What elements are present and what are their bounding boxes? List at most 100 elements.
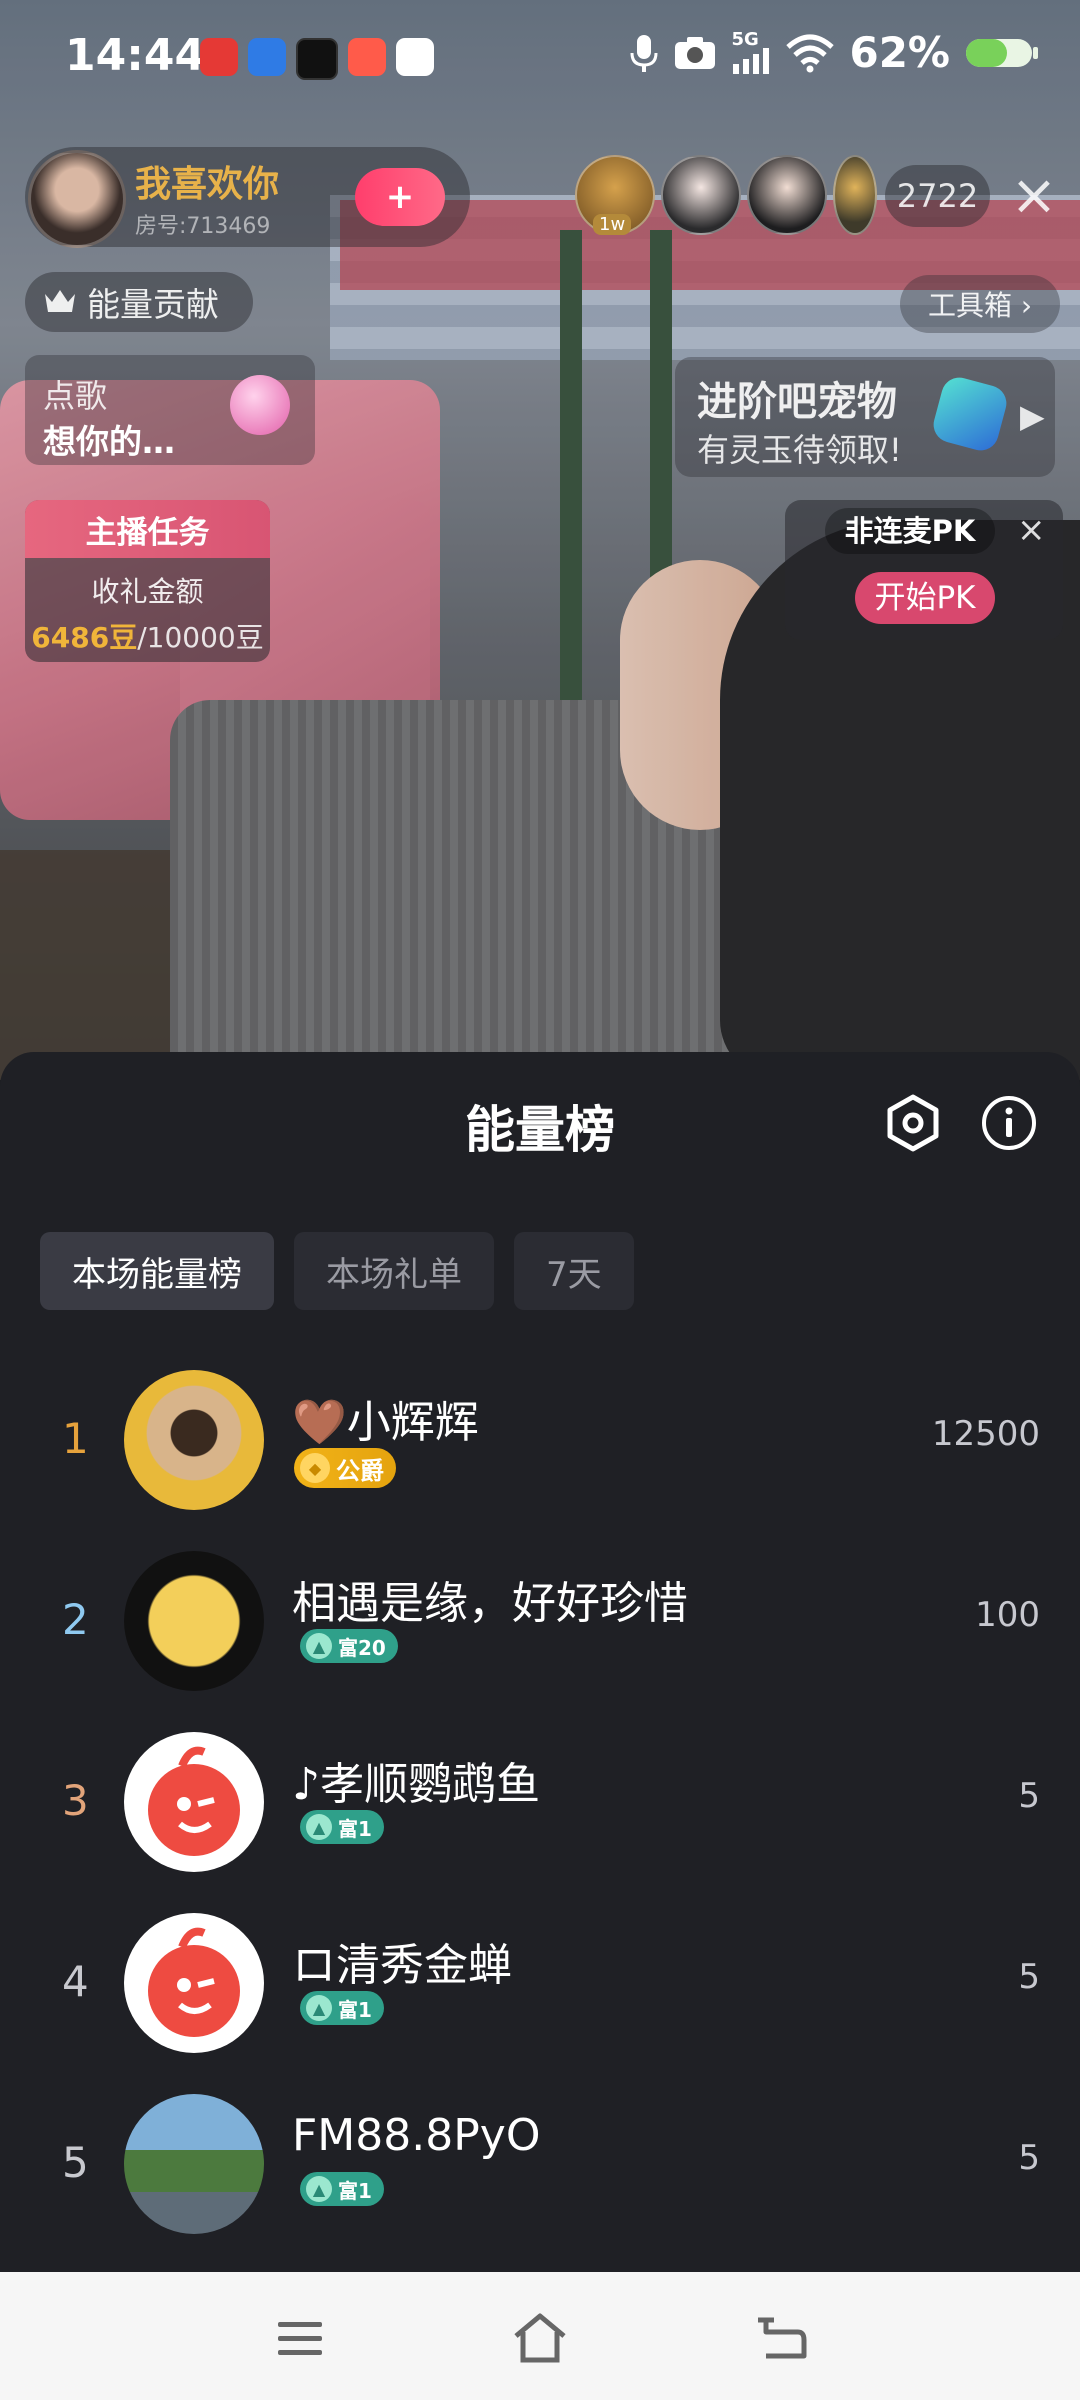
energy-score: 100 xyxy=(975,1595,1040,1635)
douyin-app-icon xyxy=(296,38,338,80)
rank-row[interactable]: 2 相遇是缘，好好珍惜 ▲ 富20 100 xyxy=(0,1531,1080,1712)
user-name: ロ清秀金蝉 xyxy=(292,1940,512,1991)
music-ball-icon xyxy=(230,375,290,435)
badge-label: 公爵 xyxy=(336,1456,384,1485)
rank-badge: ▲ 富1 xyxy=(300,1810,384,1844)
kuaishou-app-icon xyxy=(348,38,386,76)
energy-score: 5 xyxy=(1018,2138,1040,2178)
task-target: /10000豆 xyxy=(137,621,264,654)
camera-icon xyxy=(673,35,717,71)
notification-icons xyxy=(200,38,434,80)
status-right: 5G 62% xyxy=(629,28,1040,77)
microphone-icon xyxy=(629,33,659,73)
tab-current-energy[interactable]: 本场能量榜 xyxy=(40,1232,274,1310)
badge-label: 富1 xyxy=(338,2178,372,2203)
task-subtitle: 收礼金额 xyxy=(91,575,204,608)
badge-label: 富20 xyxy=(338,1635,386,1660)
play-app-icon xyxy=(396,38,434,76)
user-avatar[interactable] xyxy=(124,2094,264,2234)
follow-button[interactable]: + xyxy=(355,168,445,226)
tab-seven-days[interactable]: 7天 xyxy=(514,1232,634,1310)
user-avatar[interactable] xyxy=(124,1370,264,1510)
anchor-room-number: 房号:713469 xyxy=(135,214,271,239)
rank-row[interactable]: 4 ロ清秀金蝉 ▲ 富1 5 xyxy=(0,1893,1080,2074)
crown-icon xyxy=(43,283,77,322)
pet-promo-banner[interactable]: 进阶吧宠物 有灵玉待领取! ▶ xyxy=(675,357,1055,477)
menu-icon[interactable] xyxy=(270,2310,330,2366)
viewer-avatar[interactable] xyxy=(661,155,741,235)
battery-percent: 62% xyxy=(849,28,950,77)
rank-row[interactable]: 3 ♪孝顺鹦鹉鱼 ▲ 富1 5 xyxy=(0,1712,1080,1893)
rank-tabs: 本场能量榜 本场礼单 7天 xyxy=(40,1232,634,1310)
toolbox-button[interactable]: 工具箱 › xyxy=(900,275,1060,333)
triangle-badge-icon: ▲ xyxy=(306,1814,332,1840)
pk-card[interactable]: 非连麦PK × 开始PK xyxy=(785,500,1063,640)
diamond-badge-icon: ◆ xyxy=(300,1453,330,1483)
task-current: 6486豆 xyxy=(31,621,138,654)
user-avatar[interactable] xyxy=(124,1913,264,2053)
wifi-icon xyxy=(785,33,835,73)
top-viewers: 1w xyxy=(575,155,877,235)
user-name: 🤎小辉辉 xyxy=(292,1397,479,1448)
triangle-badge-icon: ▲ xyxy=(306,1633,332,1659)
info-icon[interactable] xyxy=(980,1094,1038,1152)
user-name: 相遇是缘，好好珍惜 xyxy=(292,1578,688,1629)
hexagon-settings-icon[interactable] xyxy=(882,1092,944,1154)
pk-label: 非连麦PK xyxy=(825,508,995,554)
energy-score: 5 xyxy=(1018,1776,1040,1816)
status-time: 14:44 xyxy=(65,30,206,81)
rank-number: 2 xyxy=(62,1595,89,1644)
viewer-count[interactable]: 2722 xyxy=(885,165,990,227)
network-type: 5G xyxy=(731,28,759,50)
song-request-label: 点歌 xyxy=(43,377,108,415)
close-icon[interactable]: × xyxy=(1017,510,1046,550)
badge-label: 富1 xyxy=(338,1997,372,2022)
user-avatar[interactable] xyxy=(124,1551,264,1691)
tab-current-gifts[interactable]: 本场礼单 xyxy=(294,1232,494,1310)
energy-score: 12500 xyxy=(931,1414,1040,1454)
play-arrow-icon: ▶ xyxy=(1020,397,1045,435)
home-icon[interactable] xyxy=(510,2310,570,2366)
rank-badge: ▲ 富1 xyxy=(300,2172,384,2206)
rank-row[interactable]: 1 🤎小辉辉 ◆ 公爵 12500 xyxy=(0,1350,1080,1531)
anchor-name[interactable]: 我喜欢你 xyxy=(135,155,279,207)
viewer-avatar[interactable] xyxy=(747,155,827,235)
anchor-avatar[interactable] xyxy=(28,150,126,248)
energy-contribution-pill[interactable]: 能量贡献 xyxy=(25,272,253,332)
battery-icon xyxy=(964,36,1040,70)
message-app-icon xyxy=(248,38,286,76)
song-title: 想你的… xyxy=(43,422,175,461)
user-name: FM88.8PyO xyxy=(292,2110,541,2161)
rank-row[interactable]: 5 FM88.8PyO ▲ 富1 5 xyxy=(0,2074,1080,2255)
signal-icon: 5G xyxy=(731,28,771,74)
triangle-badge-icon: ▲ xyxy=(306,1995,332,2021)
system-nav-bar xyxy=(0,2272,1080,2400)
rank-number: 5 xyxy=(62,2138,89,2187)
status-bar: 14:44 5G 62% xyxy=(0,0,1080,110)
rank-number: 1 xyxy=(62,1414,89,1463)
triangle-badge-icon: ▲ xyxy=(306,2176,332,2202)
anchor-task-card[interactable]: 主播任务 收礼金额 6486豆/10000豆 xyxy=(25,500,270,662)
rank-number: 3 xyxy=(62,1776,89,1825)
rank-badge: ▲ 富20 xyxy=(300,1629,398,1663)
badge-label: 富1 xyxy=(338,1816,372,1841)
viewer-avatar[interactable] xyxy=(833,155,877,235)
start-pk-button[interactable]: 开始PK xyxy=(855,572,995,624)
user-name: ♪孝顺鹦鹉鱼 xyxy=(292,1759,541,1810)
rank-badge: ◆ 公爵 xyxy=(294,1448,396,1488)
energy-score: 5 xyxy=(1018,1957,1040,1997)
user-avatar[interactable] xyxy=(124,1732,264,1872)
energy-contribution-label: 能量贡献 xyxy=(87,285,219,324)
rank-number: 4 xyxy=(62,1957,89,2006)
pet-banner-subtitle: 有灵玉待领取! xyxy=(697,431,902,469)
rank-badge: ▲ 富1 xyxy=(300,1991,384,2025)
task-progress: 6486豆/10000豆 xyxy=(25,616,270,656)
pet-banner-title: 进阶吧宠物 xyxy=(697,379,897,425)
viewer-badge: 1w xyxy=(593,214,632,235)
task-title: 主播任务 xyxy=(25,500,270,558)
back-icon[interactable] xyxy=(752,2310,812,2366)
toutiao-app-icon xyxy=(200,38,238,76)
rank-list: 1 🤎小辉辉 ◆ 公爵 12500 2 相遇是缘，好好珍惜 ▲ 富20 100 … xyxy=(0,1350,1080,2255)
close-icon[interactable]: × xyxy=(1008,168,1060,224)
viewer-avatar[interactable]: 1w xyxy=(575,155,655,235)
